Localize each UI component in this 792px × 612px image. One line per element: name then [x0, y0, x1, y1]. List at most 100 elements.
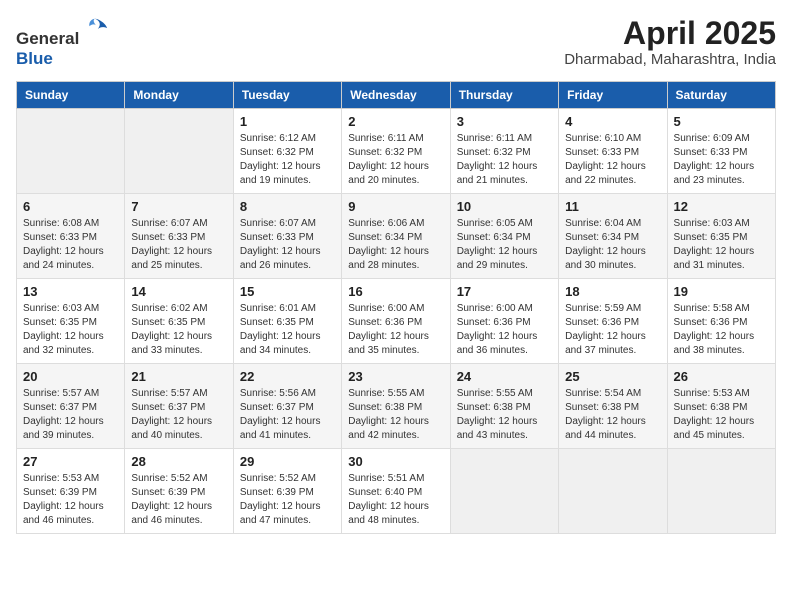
calendar-cell: 4 Sunrise: 6:10 AMSunset: 6:33 PMDaylight…	[559, 109, 667, 194]
day-number: 16	[348, 284, 443, 299]
calendar-cell: 30Sunrise: 5:51 AMSunset: 6:40 PMDayligh…	[342, 449, 450, 534]
day-number: 28	[131, 454, 226, 469]
calendar-cell: 16 Sunrise: 6:00 AMSunset: 6:36 PMDayligh…	[342, 279, 450, 364]
day-number: 26	[674, 369, 769, 384]
day-number: 5	[674, 114, 769, 129]
day-number: 24	[457, 369, 552, 384]
location-subtitle: Dharmabad, Maharashtra, India	[564, 51, 776, 68]
calendar-cell	[125, 109, 233, 194]
day-number: 8	[240, 199, 335, 214]
day-info: Sunrise: 6:01 AMSunset: 6:35 PMDaylight:…	[240, 302, 335, 358]
day-number: 14	[131, 284, 226, 299]
day-info: Sunrise: 6:07 AMSunset: 6:33 PMDaylight:…	[131, 217, 226, 273]
calendar-cell: 3 Sunrise: 6:11 AMSunset: 6:32 PMDaylight…	[450, 109, 558, 194]
day-info: Sunrise: 6:03 AMSunset: 6:35 PMDaylight:…	[674, 217, 769, 273]
calendar-cell: 7 Sunrise: 6:07 AMSunset: 6:33 PMDaylight…	[125, 194, 233, 279]
calendar-week-row: 6 Sunrise: 6:08 AMSunset: 6:33 PMDaylight…	[17, 194, 776, 279]
calendar-header-row: SundayMondayTuesdayWednesdayThursdayFrid…	[17, 82, 776, 109]
calendar-cell: 18 Sunrise: 5:59 AMSunset: 6:36 PMDayligh…	[559, 279, 667, 364]
day-info: Sunrise: 6:11 AMSunset: 6:32 PMDaylight:…	[457, 132, 552, 188]
day-number: 12	[674, 199, 769, 214]
calendar-cell: 21 Sunrise: 5:57 AMSunset: 6:37 PMDayligh…	[125, 364, 233, 449]
header-saturday: Saturday	[667, 82, 775, 109]
day-info: Sunrise: 6:04 AMSunset: 6:34 PMDaylight:…	[565, 217, 660, 273]
day-number: 4	[565, 114, 660, 129]
day-number: 3	[457, 114, 552, 129]
calendar-week-row: 27Sunrise: 5:53 AMSunset: 6:39 PMDayligh…	[17, 449, 776, 534]
calendar-cell: 15 Sunrise: 6:01 AMSunset: 6:35 PMDayligh…	[233, 279, 341, 364]
day-number: 7	[131, 199, 226, 214]
day-number: 11	[565, 199, 660, 214]
day-info: Sunrise: 5:54 AMSunset: 6:38 PMDaylight:…	[565, 387, 660, 443]
day-number: 29	[240, 454, 335, 469]
day-number: 23	[348, 369, 443, 384]
calendar-cell: 6 Sunrise: 6:08 AMSunset: 6:33 PMDaylight…	[17, 194, 125, 279]
page-header: General Blue April 2025 Dharmabad, Mahar…	[16, 16, 776, 69]
day-info: Sunrise: 5:57 AMSunset: 6:37 PMDaylight:…	[23, 387, 118, 443]
logo-general: General	[16, 29, 79, 48]
day-info: Sunrise: 6:09 AMSunset: 6:33 PMDaylight:…	[674, 132, 769, 188]
day-info: Sunrise: 5:55 AMSunset: 6:38 PMDaylight:…	[457, 387, 552, 443]
calendar-cell: 22Sunrise: 5:56 AMSunset: 6:37 PMDayligh…	[233, 364, 341, 449]
day-number: 17	[457, 284, 552, 299]
calendar-cell: 14 Sunrise: 6:02 AMSunset: 6:35 PMDayligh…	[125, 279, 233, 364]
day-info: Sunrise: 6:08 AMSunset: 6:33 PMDaylight:…	[23, 217, 118, 273]
day-number: 21	[131, 369, 226, 384]
day-number: 13	[23, 284, 118, 299]
day-number: 1	[240, 114, 335, 129]
calendar-cell	[450, 449, 558, 534]
day-number: 2	[348, 114, 443, 129]
month-year-title: April 2025	[564, 16, 776, 51]
header-tuesday: Tuesday	[233, 82, 341, 109]
calendar-cell: 8Sunrise: 6:07 AMSunset: 6:33 PMDaylight…	[233, 194, 341, 279]
day-info: Sunrise: 6:10 AMSunset: 6:33 PMDaylight:…	[565, 132, 660, 188]
day-number: 15	[240, 284, 335, 299]
calendar-cell: 23Sunrise: 5:55 AMSunset: 6:38 PMDayligh…	[342, 364, 450, 449]
calendar-table: SundayMondayTuesdayWednesdayThursdayFrid…	[16, 81, 776, 534]
day-info: Sunrise: 5:57 AMSunset: 6:37 PMDaylight:…	[131, 387, 226, 443]
calendar-cell: 5 Sunrise: 6:09 AMSunset: 6:33 PMDaylight…	[667, 109, 775, 194]
calendar-cell: 13 Sunrise: 6:03 AMSunset: 6:35 PMDayligh…	[17, 279, 125, 364]
calendar-cell: 2 Sunrise: 6:11 AMSunset: 6:32 PMDaylight…	[342, 109, 450, 194]
day-number: 9	[348, 199, 443, 214]
calendar-cell: 12 Sunrise: 6:03 AMSunset: 6:35 PMDayligh…	[667, 194, 775, 279]
day-number: 10	[457, 199, 552, 214]
calendar-cell: 1 Sunrise: 6:12 AMSunset: 6:32 PMDaylight…	[233, 109, 341, 194]
header-sunday: Sunday	[17, 82, 125, 109]
day-info: Sunrise: 5:52 AMSunset: 6:39 PMDaylight:…	[131, 472, 226, 528]
day-info: Sunrise: 6:00 AMSunset: 6:36 PMDaylight:…	[457, 302, 552, 358]
calendar-cell: 27Sunrise: 5:53 AMSunset: 6:39 PMDayligh…	[17, 449, 125, 534]
calendar-cell: 24 Sunrise: 5:55 AMSunset: 6:38 PMDayligh…	[450, 364, 558, 449]
calendar-cell: 10Sunrise: 6:05 AMSunset: 6:34 PMDayligh…	[450, 194, 558, 279]
calendar-week-row: 13 Sunrise: 6:03 AMSunset: 6:35 PMDayligh…	[17, 279, 776, 364]
calendar-cell: 11 Sunrise: 6:04 AMSunset: 6:34 PMDayligh…	[559, 194, 667, 279]
calendar-cell	[17, 109, 125, 194]
calendar-cell: 9 Sunrise: 6:06 AMSunset: 6:34 PMDaylight…	[342, 194, 450, 279]
day-number: 25	[565, 369, 660, 384]
day-info: Sunrise: 5:51 AMSunset: 6:40 PMDaylight:…	[348, 472, 443, 528]
day-info: Sunrise: 6:12 AMSunset: 6:32 PMDaylight:…	[240, 132, 335, 188]
day-info: Sunrise: 6:02 AMSunset: 6:35 PMDaylight:…	[131, 302, 226, 358]
day-number: 18	[565, 284, 660, 299]
calendar-cell: 28 Sunrise: 5:52 AMSunset: 6:39 PMDayligh…	[125, 449, 233, 534]
calendar-cell: 25 Sunrise: 5:54 AMSunset: 6:38 PMDayligh…	[559, 364, 667, 449]
day-info: Sunrise: 5:58 AMSunset: 6:36 PMDaylight:…	[674, 302, 769, 358]
day-number: 6	[23, 199, 118, 214]
calendar-cell: 20 Sunrise: 5:57 AMSunset: 6:37 PMDayligh…	[17, 364, 125, 449]
day-info: Sunrise: 6:06 AMSunset: 6:34 PMDaylight:…	[348, 217, 443, 273]
header-wednesday: Wednesday	[342, 82, 450, 109]
logo-bird-icon	[81, 16, 109, 44]
calendar-cell	[559, 449, 667, 534]
day-number: 27	[23, 454, 118, 469]
day-info: Sunrise: 6:11 AMSunset: 6:32 PMDaylight:…	[348, 132, 443, 188]
calendar-cell: 19 Sunrise: 5:58 AMSunset: 6:36 PMDayligh…	[667, 279, 775, 364]
calendar-cell: 26Sunrise: 5:53 AMSunset: 6:38 PMDayligh…	[667, 364, 775, 449]
day-info: Sunrise: 5:59 AMSunset: 6:36 PMDaylight:…	[565, 302, 660, 358]
day-number: 19	[674, 284, 769, 299]
day-number: 20	[23, 369, 118, 384]
day-info: Sunrise: 5:56 AMSunset: 6:37 PMDaylight:…	[240, 387, 335, 443]
day-info: Sunrise: 6:00 AMSunset: 6:36 PMDaylight:…	[348, 302, 443, 358]
calendar-week-row: 20 Sunrise: 5:57 AMSunset: 6:37 PMDayligh…	[17, 364, 776, 449]
calendar-week-row: 1 Sunrise: 6:12 AMSunset: 6:32 PMDaylight…	[17, 109, 776, 194]
day-info: Sunrise: 6:03 AMSunset: 6:35 PMDaylight:…	[23, 302, 118, 358]
